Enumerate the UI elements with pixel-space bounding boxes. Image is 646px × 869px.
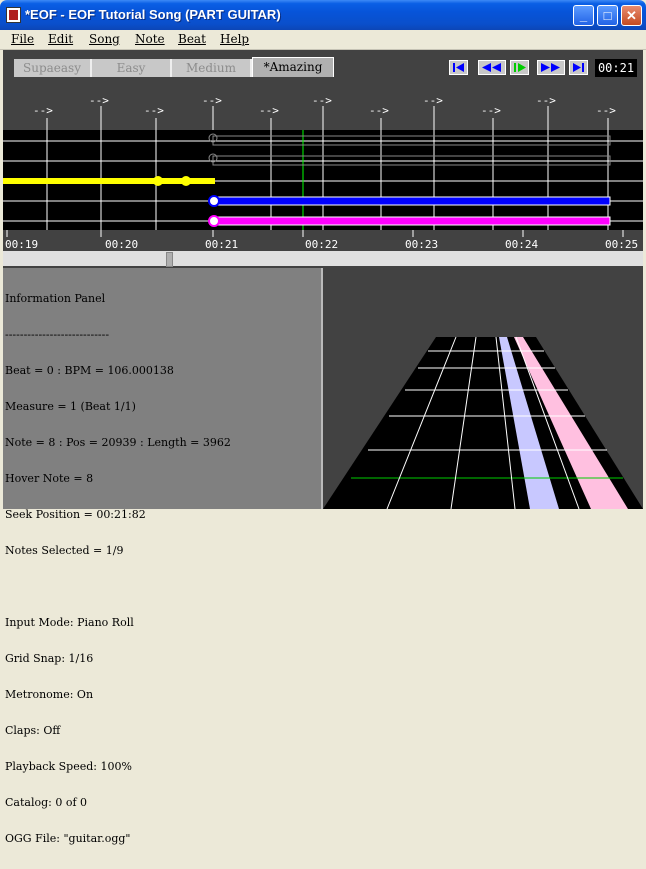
tab-easy[interactable]: Easy [92,59,172,77]
close-button[interactable]: ✕ [621,5,642,26]
information-panel-text: Information Panel ----------------------… [5,269,231,869]
information-panel-title: Information Panel [5,292,106,305]
beat-marker[interactable]: --> [423,94,443,107]
fast-forward-button[interactable] [537,60,565,75]
time-label: 00:20 [105,238,138,251]
maximize-button[interactable]: □ [597,5,618,26]
maximize-icon: □ [603,8,612,23]
tab-medium[interactable]: Medium [172,59,252,77]
3d-preview [323,268,643,509]
info-line: Notes Selected = 1/9 [5,544,124,557]
beat-marker[interactable]: --> [89,94,109,107]
seek-end-icon [573,63,584,72]
time-label: 00:22 [305,238,338,251]
info-line: Beat = 0 : BPM = 106.000138 [5,364,174,377]
menu-help[interactable]: Help [220,32,249,46]
info-line: Note = 8 : Pos = 20939 : Length = 3962 [5,436,231,449]
beat-marker[interactable]: --> [202,94,222,107]
time-label: 00:19 [5,238,38,251]
beat-marker[interactable]: --> [481,104,501,117]
info-line: Metronome: On [5,688,94,701]
play-button[interactable] [510,60,529,75]
information-panel-divider: ---------------------------- [5,328,110,341]
play-icon [514,63,526,72]
rewind-button[interactable] [478,60,506,75]
tab-amazing[interactable]: *Amazing [252,57,334,77]
rewind-icon [482,63,501,72]
minimize-button[interactable]: _ [573,5,594,26]
info-line: Seek Position = 00:21:82 [5,508,146,521]
scrollbar-thumb[interactable] [166,252,173,267]
info-line: Grid Snap: 1/16 [5,652,94,665]
seek-end-button[interactable] [569,60,588,75]
beat-marker[interactable]: --> [596,104,616,117]
menu-beat[interactable]: Beat [178,32,206,46]
seek-start-button[interactable] [449,60,468,75]
current-time-display: 00:21 [595,59,637,77]
beat-marker[interactable]: --> [259,104,279,117]
title-bar[interactable]: *EOF - EOF Tutorial Song (PART GUITAR) _… [0,0,646,30]
beat-marker[interactable]: --> [33,104,53,117]
beat-marker[interactable]: --> [144,104,164,117]
beat-marker[interactable]: --> [536,94,556,107]
menu-bar: File Edit Song Note Beat Help [0,30,646,50]
close-icon: ✕ [626,8,637,23]
time-label: 00:24 [505,238,538,251]
info-line: Measure = 1 (Beat 1/1) [5,400,136,413]
app-icon[interactable] [6,7,21,23]
window-title: *EOF - EOF Tutorial Song (PART GUITAR) [25,7,281,22]
info-line: Hover Note = 8 [5,472,94,485]
beat-marker[interactable]: --> [369,104,389,117]
info-line: OGG File: "guitar.ogg" [5,832,131,845]
time-label: 00:25 [605,238,638,251]
minimize-icon: _ [579,8,588,23]
menu-note[interactable]: Note [135,32,165,46]
timeline-scrollbar[interactable] [3,251,643,267]
time-label: 00:23 [405,238,438,251]
fast-forward-icon [541,63,560,72]
info-line: Playback Speed: 100% [5,760,132,773]
beat-marker[interactable]: --> [312,94,332,107]
info-line: Catalog: 0 of 0 [5,796,88,809]
menu-edit[interactable]: Edit [48,32,73,46]
info-line: Claps: Off [5,724,61,737]
time-label: 00:21 [205,238,238,251]
menu-file[interactable]: File [11,32,34,46]
info-line [5,581,231,593]
tab-supaeasy[interactable]: Supaeasy [14,59,92,77]
editor-canvas[interactable]: Supaeasy Easy Medium *Amazing 00:21 --> … [3,50,643,845]
menu-song[interactable]: Song [89,32,120,46]
info-line: Input Mode: Piano Roll [5,616,134,629]
seek-start-icon [453,63,464,72]
